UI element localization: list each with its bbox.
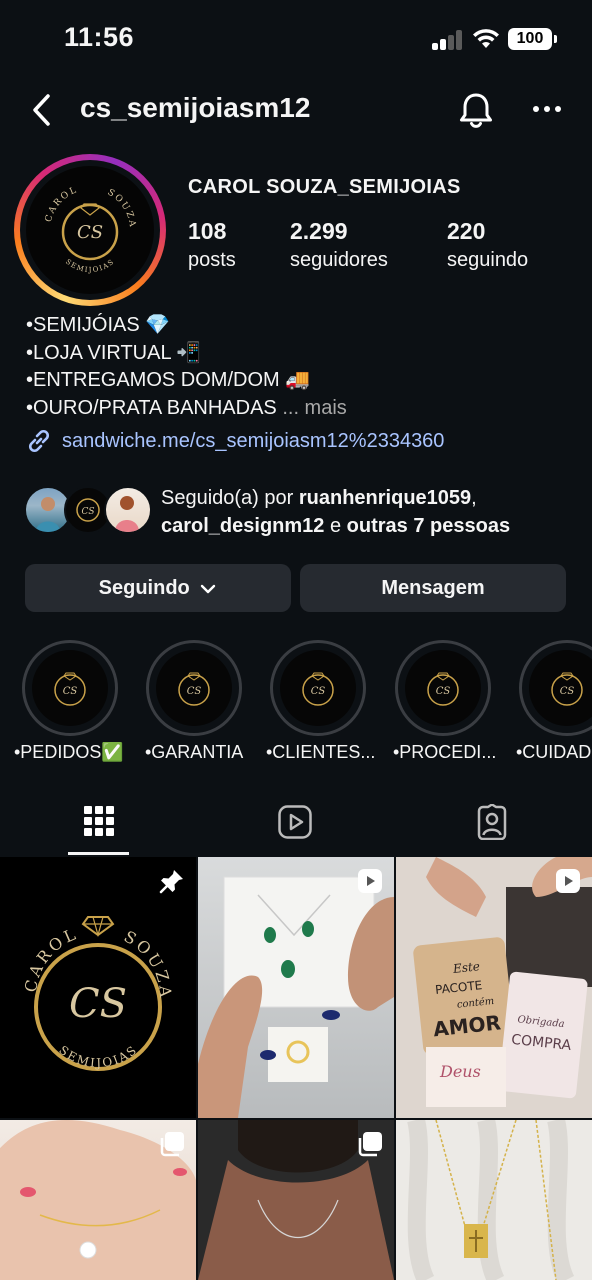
bio-line: •SEMIJÓIAS 💎 [26, 314, 171, 336]
followed-by-separator: e [324, 515, 347, 537]
svg-text:CS: CS [81, 507, 94, 517]
followed-by-separator: , [471, 487, 477, 509]
tab-tagged[interactable] [394, 796, 591, 854]
stat-followers-label: seguidores [290, 249, 388, 271]
more-options-icon[interactable] [532, 96, 562, 122]
svg-text:CS: CS [187, 686, 202, 697]
highlight-cover: CS [405, 650, 481, 726]
profile-avatar-logo: CS CAROL SOUZA SEMIJOIAS [26, 166, 154, 294]
svg-text:CS: CS [63, 686, 78, 697]
bio-line-text: •OURO/PRATA BANHADAS [26, 396, 277, 419]
grid-post-reel[interactable]: Este PACOTE contém AMOR Obrigada COMPRA … [396, 857, 592, 1118]
message-button[interactable]: Mensagem [300, 564, 566, 612]
bio-line: •LOJA VIRTUAL 📲 [26, 341, 202, 364]
grid-post-pinned-logo[interactable]: CAROL SOUZA SEMIJOIAS CS [0, 857, 196, 1118]
grid-post-reel[interactable] [198, 857, 394, 1118]
highlight-label: •PROCEDI... [393, 742, 497, 762]
back-arrow-icon[interactable] [26, 90, 58, 130]
profile-link-text: sandwiche.me/cs_semijoiasm12%2334360 [62, 429, 445, 452]
svg-text:CS: CS [436, 686, 451, 697]
stat-following[interactable]: 220 seguindo [447, 218, 528, 272]
svg-text:CS: CS [560, 686, 575, 697]
story-highlight[interactable]: CS [268, 640, 368, 736]
reel-icon [358, 869, 382, 893]
stat-posts-label: posts [188, 249, 236, 271]
stat-following-value: 220 [447, 218, 486, 244]
stat-followers-value: 2.299 [290, 218, 348, 244]
follower-avatar [104, 486, 152, 534]
highlight-label: •PEDIDOS✅ [14, 742, 124, 762]
battery-level: 100 [516, 30, 544, 47]
grid-post-carousel[interactable] [198, 1120, 394, 1280]
status-time: 11:56 [64, 22, 135, 52]
followed-by-user[interactable]: carol_designm12 [161, 515, 324, 537]
grid-post[interactable] [396, 1120, 592, 1280]
svg-text:CS: CS [77, 222, 103, 243]
stat-followers[interactable]: 2.299 seguidores [290, 218, 388, 272]
bio-more-link[interactable]: ... mais [282, 397, 346, 419]
reel-icon [556, 869, 580, 893]
carousel-icon [160, 1132, 184, 1157]
followed-by-user[interactable]: ruanhenrique1059 [299, 487, 471, 509]
pinned-icon [159, 870, 183, 894]
followed-by-section[interactable]: CS Seguido(a) por ruanhenrique1059, caro… [24, 484, 584, 540]
bio-line: •ENTREGAMOS DOM/DOM 🚚 [26, 369, 311, 391]
tagged-person-icon [477, 804, 507, 840]
profile-header: cs_semijoiasm12 [0, 80, 592, 140]
svg-text:CS: CS [311, 686, 326, 697]
message-button-label: Mensagem [381, 577, 485, 599]
svg-text:Deus: Deus [439, 1062, 481, 1081]
story-highlight[interactable]: CS [517, 640, 592, 736]
profile-link[interactable]: sandwiche.me/cs_semijoiasm12%2334360 [26, 428, 444, 454]
grid-post-carousel[interactable] [0, 1120, 196, 1280]
stat-posts-value: 108 [188, 218, 227, 244]
notification-bell-icon[interactable] [456, 90, 496, 130]
followed-by-text: Seguido(a) por ruanhenrique1059, carol_d… [161, 484, 510, 540]
highlight-label: •CLIENTES... [266, 742, 376, 762]
highlight-label: •CUIDAD [516, 742, 592, 762]
status-bar: 11:56 100 [0, 0, 592, 78]
posts-grid: CAROL SOUZA SEMIJOIAS CS Este PACOTE con… [0, 857, 592, 1280]
story-highlight[interactable]: CS [144, 640, 244, 736]
profile-display-name: CAROL SOUZA_SEMIJOIAS [188, 176, 461, 198]
stat-following-label: seguindo [447, 249, 529, 271]
highlight-cover: CS [156, 650, 232, 726]
link-icon [28, 429, 50, 453]
grid-icon [84, 806, 114, 836]
carousel-icon [358, 1132, 382, 1157]
active-tab-indicator [68, 852, 129, 855]
following-button[interactable]: Seguindo [25, 564, 291, 612]
bio-line: •OURO/PRATA BANHADAS ... mais [26, 395, 347, 423]
svg-text:Este: Este [451, 959, 480, 976]
reels-icon [278, 805, 312, 839]
story-highlight[interactable]: CS [20, 640, 120, 736]
wifi-icon [473, 29, 499, 48]
battery-indicator: 100 [508, 28, 557, 50]
following-button-label: Seguindo [98, 577, 190, 599]
highlight-cover: CS [529, 650, 592, 726]
tab-reels[interactable] [197, 796, 394, 854]
profile-username: cs_semijoiasm12 [80, 92, 311, 123]
followed-by-prefix: Seguido(a) por [161, 487, 299, 509]
cellular-signal-icon [432, 30, 464, 50]
highlight-cover: CS [280, 650, 356, 726]
story-highlight[interactable]: CS [393, 640, 493, 736]
tab-posts-grid[interactable] [0, 796, 197, 854]
highlight-cover: CS [32, 650, 108, 726]
svg-text:CAROL: CAROL [44, 185, 80, 223]
svg-text:SEMIJOIAS: SEMIJOIAS [56, 1042, 140, 1070]
followed-by-others[interactable]: outras 7 pessoas [347, 515, 510, 537]
stat-posts[interactable]: 108 posts [188, 218, 236, 272]
svg-text:SOUZA: SOUZA [106, 188, 138, 230]
profile-bio: •SEMIJÓIAS 💎 •LOJA VIRTUAL 📲 •ENTREGAMOS… [26, 312, 347, 422]
profile-content-tabs [0, 796, 592, 856]
profile-avatar-story-ring[interactable]: CS CAROL SOUZA SEMIJOIAS [14, 154, 166, 306]
chevron-down-icon [201, 584, 216, 593]
svg-text:CS: CS [69, 981, 127, 1027]
svg-text:SOUZA: SOUZA [121, 927, 176, 1001]
highlight-label: •GARANTIA [145, 742, 244, 762]
